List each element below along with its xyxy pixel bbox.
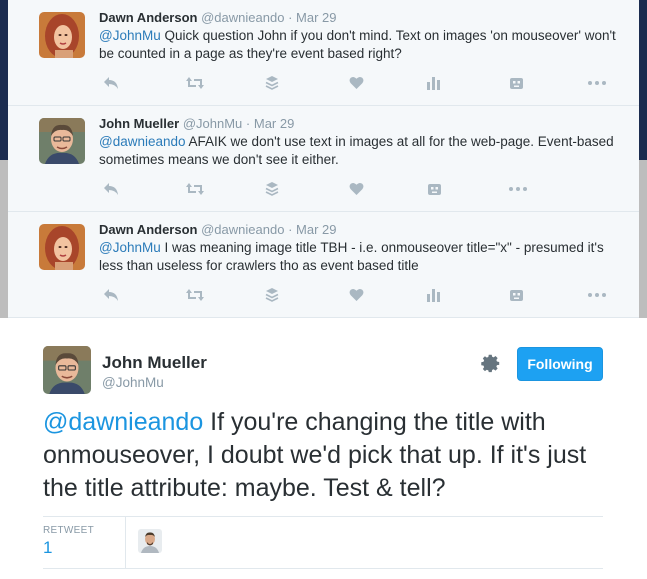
header-separator: · [245, 116, 251, 131]
author-name[interactable]: John Mueller [102, 353, 207, 373]
tweet-text: @JohnMu I was meaning image title TBH - … [99, 239, 619, 275]
author-name[interactable]: Dawn Anderson [99, 10, 197, 25]
author-handle[interactable]: @dawnieando [201, 10, 284, 25]
more-dots-icon[interactable] [588, 286, 606, 304]
analytics-bars-icon[interactable] [427, 74, 440, 92]
tweet-date[interactable]: Mar 29 [296, 10, 336, 25]
retweeter-avatar[interactable] [138, 529, 162, 553]
author-handle[interactable]: @dawnieando [201, 222, 284, 237]
analytics-bars-icon[interactable] [427, 286, 440, 304]
tweet-text: @JohnMu Quick question John if you don't… [99, 27, 619, 63]
tweet-header: Dawn Anderson @dawnieando · Mar 29 [99, 222, 337, 237]
retweet-icon[interactable] [185, 74, 205, 92]
background-strip-right [639, 0, 647, 160]
reply-tweet[interactable]: Dawn Anderson @dawnieando · Mar 29 @John… [8, 212, 639, 318]
robot-icon[interactable] [509, 74, 524, 92]
mention-link[interactable]: @JohnMu [99, 28, 161, 43]
woman-avatar-icon [39, 224, 85, 270]
header-separator: · [288, 222, 293, 237]
buffer-stack-icon[interactable] [265, 74, 279, 92]
retweet-icon[interactable] [185, 286, 205, 304]
reply-list: Dawn Anderson @dawnieando · Mar 29 @John… [8, 0, 639, 318]
tweet-stats: RETWEET 1 [43, 516, 603, 569]
buffer-stack-icon[interactable] [265, 286, 279, 304]
tweet-date[interactable]: Mar 29 [296, 222, 336, 237]
reply-tweet[interactable]: Dawn Anderson @dawnieando · Mar 29 @John… [8, 0, 639, 106]
author-name[interactable]: Dawn Anderson [99, 222, 197, 237]
more-dots-icon[interactable] [509, 180, 527, 198]
avatar[interactable] [43, 346, 91, 394]
tweet-body: I was meaning image title TBH - i.e. onm… [99, 240, 604, 273]
avatar[interactable] [39, 118, 85, 164]
more-dots-icon[interactable] [588, 74, 606, 92]
tweet-actions [99, 180, 619, 198]
background-strip-left [0, 0, 8, 160]
woman-avatar-icon [39, 12, 85, 58]
avatar[interactable] [39, 224, 85, 270]
tweet-header: John Mueller @JohnMu · Mar 29 [99, 116, 294, 131]
tweet-actions [99, 286, 619, 304]
gear-icon[interactable] [480, 353, 502, 375]
tweet-header: Dawn Anderson @dawnieando · Mar 29 [99, 10, 337, 25]
stats-divider [125, 517, 126, 568]
heart-icon[interactable] [349, 286, 364, 304]
reply-icon[interactable] [103, 286, 119, 304]
reply-icon[interactable] [103, 74, 119, 92]
man-avatar-icon [138, 529, 162, 553]
avatar[interactable] [39, 12, 85, 58]
author-name[interactable]: John Mueller [99, 116, 179, 131]
background-overlay-right [639, 160, 647, 320]
reply-tweet[interactable]: John Mueller @JohnMu · Mar 29 @dawnieand… [8, 106, 639, 212]
background-overlay-left [0, 160, 8, 320]
robot-icon[interactable] [509, 286, 524, 304]
header-separator: · [288, 10, 293, 25]
mention-link[interactable]: @dawnieando [99, 134, 186, 149]
retweet-stat-count[interactable]: 1 [43, 538, 52, 558]
heart-icon[interactable] [349, 180, 364, 198]
retweet-stat-label[interactable]: RETWEET [43, 525, 94, 536]
mention-link[interactable]: @dawnieando [43, 408, 203, 436]
man-avatar-icon [39, 118, 85, 164]
following-button[interactable]: Following [517, 347, 603, 381]
tweet-actions [99, 74, 619, 92]
tweet-text: @dawnieando If you're changing the title… [43, 406, 613, 505]
mention-link[interactable]: @JohnMu [99, 240, 161, 255]
heart-icon[interactable] [349, 74, 364, 92]
author-handle[interactable]: @JohnMu [183, 116, 242, 131]
robot-icon[interactable] [427, 180, 442, 198]
tweet-text: @dawnieando AFAIK we don't use text in i… [99, 133, 619, 169]
tweet-date[interactable]: Mar 29 [254, 116, 294, 131]
permalink-tweet: John Mueller @JohnMu Following @dawniean… [0, 318, 647, 579]
reply-icon[interactable] [103, 180, 119, 198]
man-avatar-icon [43, 346, 91, 394]
retweet-icon[interactable] [185, 180, 205, 198]
tweet-body: Quick question John if you don't mind. T… [99, 28, 616, 61]
buffer-stack-icon[interactable] [265, 180, 279, 198]
author-handle[interactable]: @JohnMu [102, 375, 164, 390]
